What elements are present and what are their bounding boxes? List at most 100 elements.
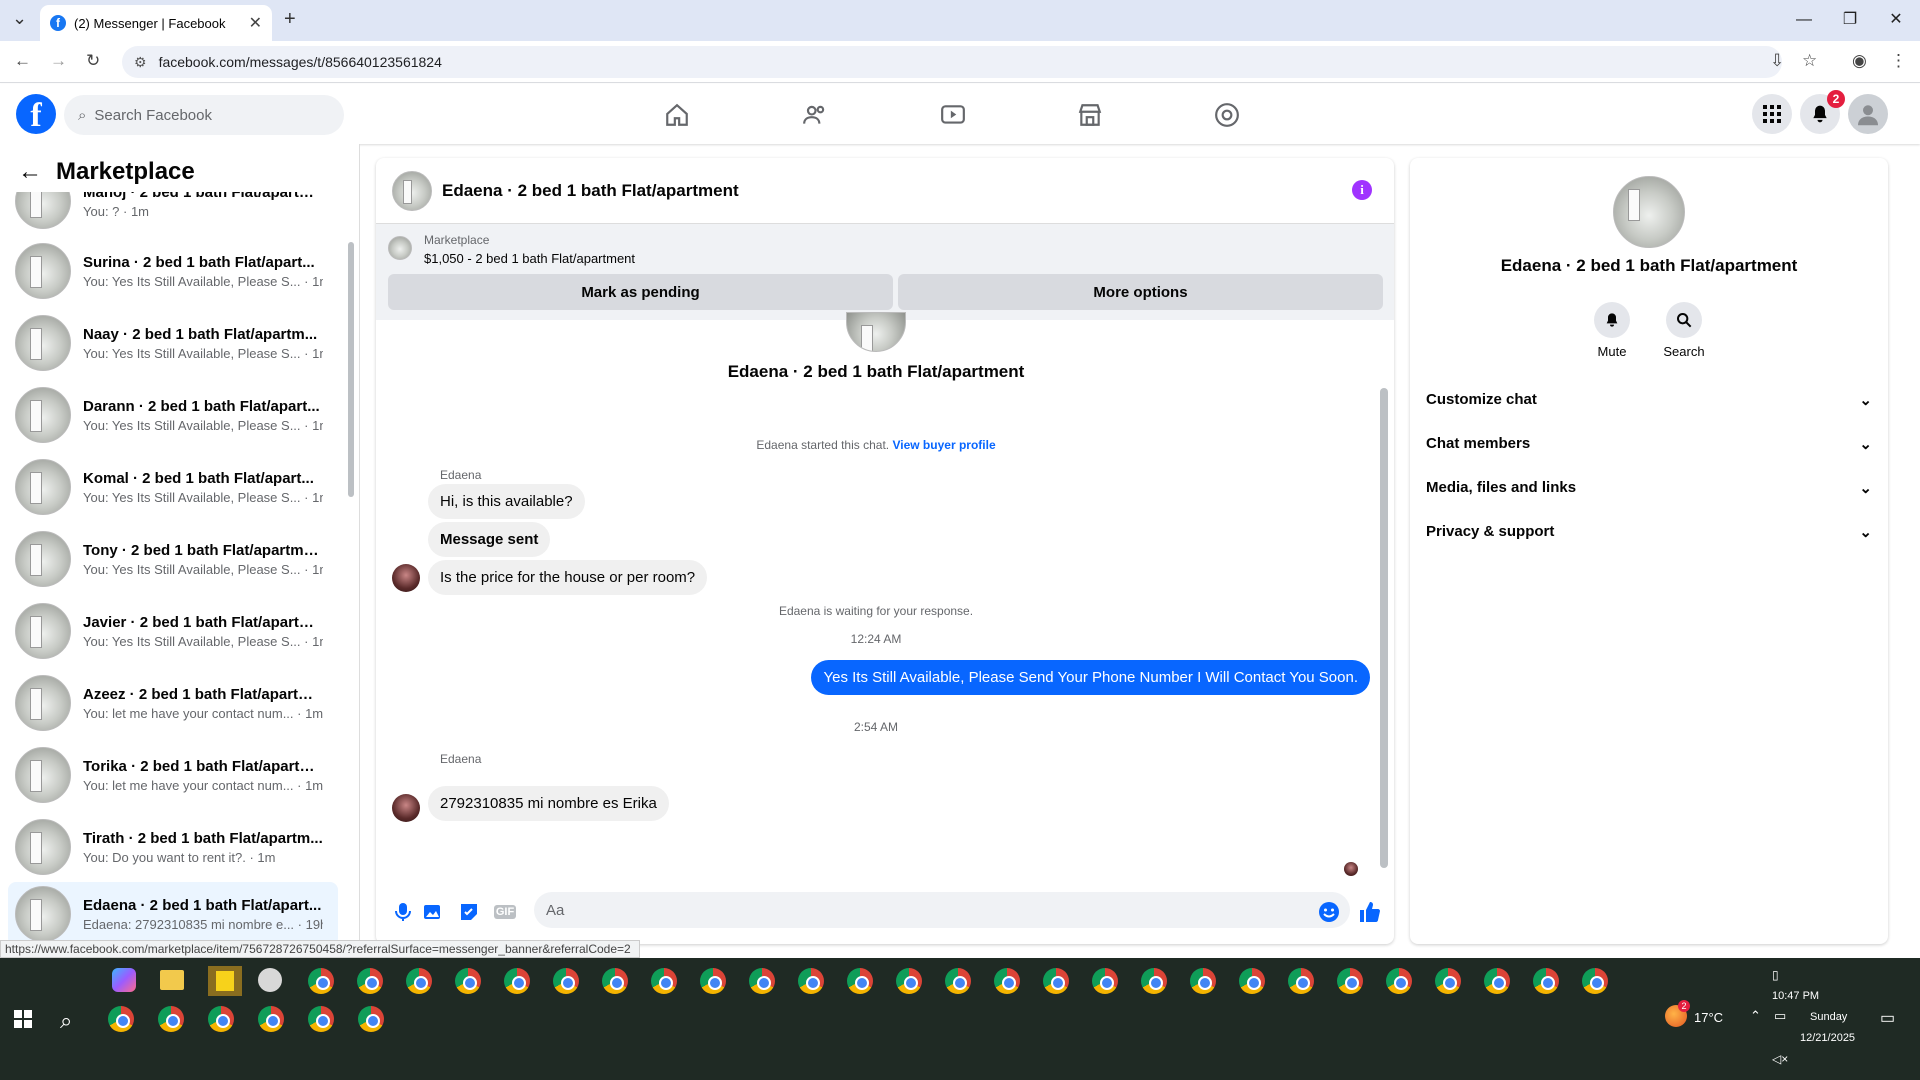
profile-icon[interactable]: ◉: [1852, 51, 1867, 71]
conversation-item-active[interactable]: Edaena · 2 bed 1 bath Flat/apart... Edaen…: [8, 882, 338, 944]
chrome-icon[interactable]: [108, 1006, 134, 1032]
chrome-window-icon[interactable]: [700, 968, 726, 994]
tab-list-chevron-icon[interactable]: ⌄: [12, 8, 27, 29]
more-options-button[interactable]: More options: [898, 274, 1383, 310]
chrome-window-icon[interactable]: [798, 968, 824, 994]
chrome-window-icon[interactable]: [1582, 968, 1608, 994]
chrome-window-icon[interactable]: [994, 968, 1020, 994]
message-bubble[interactable]: 2792310835 mi nombre es Erika: [428, 786, 669, 821]
restore-icon[interactable]: ❐: [1830, 6, 1870, 34]
view-buyer-profile-link[interactable]: View buyer profile: [892, 438, 995, 452]
minimize-icon[interactable]: —: [1784, 6, 1824, 34]
chrome-icon[interactable]: [358, 1006, 384, 1032]
account-avatar-icon[interactable]: [1848, 94, 1888, 134]
facebook-logo-icon[interactable]: f: [16, 94, 56, 134]
address-bar[interactable]: ⚙ facebook.com/messages/t/85664012356182…: [122, 46, 1782, 78]
temperature[interactable]: 17°C: [1694, 1010, 1723, 1025]
file-explorer-icon[interactable]: [160, 970, 184, 990]
mark-as-pending-button[interactable]: Mark as pending: [388, 274, 893, 310]
volume-muted-icon[interactable]: ◁×: [1772, 1052, 1788, 1066]
chrome-window-icon[interactable]: [651, 968, 677, 994]
browser-tab[interactable]: f (2) Messenger | Facebook ✕: [40, 5, 272, 41]
conversation-item[interactable]: Javier · 2 bed 1 bath Flat/apartm... You:…: [8, 596, 338, 666]
chrome-window-icon[interactable]: [1288, 968, 1314, 994]
chrome-window-icon[interactable]: [945, 968, 971, 994]
chrome-window-icon[interactable]: [749, 968, 775, 994]
sticky-notes-icon[interactable]: [208, 966, 242, 996]
privacy-support-row[interactable]: Privacy & support ⌄: [1426, 523, 1872, 541]
chrome-window-icon[interactable]: [602, 968, 628, 994]
back-icon[interactable]: ←: [14, 51, 31, 71]
info-icon[interactable]: i: [1352, 180, 1372, 200]
conversation-item[interactable]: Azeez · 2 bed 1 bath Flat/apartm... You: …: [8, 668, 338, 738]
facebook-search-input[interactable]: ⌕ Search Facebook: [64, 95, 344, 135]
chrome-window-icon[interactable]: [1043, 968, 1069, 994]
chrome-window-icon[interactable]: [406, 968, 432, 994]
home-icon[interactable]: [662, 100, 692, 130]
chrome-window-icon[interactable]: [896, 968, 922, 994]
windows-start-icon[interactable]: [14, 1010, 32, 1028]
left-scrollbar[interactable]: [348, 242, 354, 497]
chrome-window-icon[interactable]: [1239, 968, 1265, 994]
show-hidden-icons-icon[interactable]: ⌃: [1750, 1008, 1761, 1024]
chrome-icon[interactable]: [208, 1006, 234, 1032]
conversation-item[interactable]: Tony · 2 bed 1 bath Flat/apartme... You: …: [8, 524, 338, 594]
sender-avatar[interactable]: [392, 794, 420, 822]
listing-thumbnail[interactable]: [388, 236, 412, 260]
chrome-window-icon[interactable]: [1533, 968, 1559, 994]
window-close-icon[interactable]: ✕: [1876, 6, 1916, 34]
notification-center-icon[interactable]: ▭: [1880, 1008, 1895, 1028]
sticker-icon[interactable]: [458, 901, 480, 923]
gaming-icon[interactable]: [1212, 100, 1242, 130]
media-files-links-row[interactable]: Media, files and links ⌄: [1426, 479, 1872, 497]
watch-icon[interactable]: [938, 100, 968, 130]
photo-icon[interactable]: [422, 901, 444, 923]
chrome-icon[interactable]: [158, 1006, 184, 1032]
conversation-item[interactable]: Torika · 2 bed 1 bath Flat/apartm... You:…: [8, 740, 338, 810]
site-info-icon[interactable]: ⚙: [134, 54, 147, 71]
chrome-icon[interactable]: [308, 1006, 334, 1032]
customize-chat-row[interactable]: Customize chat ⌄: [1426, 391, 1872, 409]
chrome-window-icon[interactable]: [504, 968, 530, 994]
new-tab-icon[interactable]: +: [284, 8, 296, 31]
chrome-window-icon[interactable]: [1141, 968, 1167, 994]
chrome-window-icon[interactable]: [1435, 968, 1461, 994]
install-app-icon[interactable]: ⇩: [1770, 51, 1784, 71]
phone-link-icon[interactable]: ▯: [1772, 968, 1779, 982]
thumbs-up-icon[interactable]: [1358, 901, 1380, 923]
bookmark-star-icon[interactable]: ☆: [1802, 51, 1817, 71]
chrome-window-icon[interactable]: [847, 968, 873, 994]
browser-menu-icon[interactable]: ⋮: [1890, 51, 1907, 71]
chrome-window-icon[interactable]: [1484, 968, 1510, 994]
clock-time[interactable]: 10:47 PM: [1772, 990, 1819, 1002]
chrome-window-icon[interactable]: [553, 968, 579, 994]
conversation-item[interactable]: Komal · 2 bed 1 bath Flat/apart... You: Y…: [8, 452, 338, 522]
forward-icon[interactable]: →: [50, 51, 67, 71]
microphone-icon[interactable]: [392, 901, 414, 923]
back-arrow-icon[interactable]: ←: [18, 158, 42, 186]
message-bubble[interactable]: Is the price for the house or per room?: [428, 560, 708, 595]
chat-title[interactable]: Edaena · 2 bed 1 bath Flat/apartment: [442, 181, 739, 201]
friends-icon[interactable]: [800, 100, 830, 130]
listing-title[interactable]: $1,050 - 2 bed 1 bath Flat/apartment: [424, 251, 635, 266]
marketplace-icon[interactable]: [1075, 100, 1105, 130]
emoji-icon[interactable]: [1318, 901, 1340, 923]
chrome-window-icon[interactable]: [308, 968, 334, 994]
chat-members-row[interactable]: Chat members ⌄: [1426, 435, 1872, 453]
conversation-item[interactable]: Surina · 2 bed 1 bath Flat/apart... You: …: [8, 236, 338, 306]
chat-avatar[interactable]: [392, 170, 432, 211]
my-message-bubble[interactable]: Yes Its Still Available, Please Send You…: [811, 660, 1370, 695]
reload-icon[interactable]: ↻: [86, 51, 100, 71]
chrome-window-icon[interactable]: [1386, 968, 1412, 994]
paint-icon[interactable]: [258, 968, 282, 992]
gif-icon[interactable]: GIF: [493, 901, 517, 923]
conversation-item[interactable]: Darann · 2 bed 1 bath Flat/apart... You: …: [8, 380, 338, 450]
chat-scrollbar[interactable]: [1380, 388, 1388, 868]
chrome-window-icon[interactable]: [357, 968, 383, 994]
message-bubble[interactable]: Hi, is this available?: [428, 484, 585, 519]
chrome-window-icon[interactable]: [1190, 968, 1216, 994]
mute-button[interactable]: Mute: [1582, 302, 1642, 359]
taskbar-search-icon[interactable]: ⌕: [60, 1008, 72, 1034]
conversation-item[interactable]: Naay · 2 bed 1 bath Flat/apartm... You: Y…: [8, 308, 338, 378]
chrome-window-icon[interactable]: [1092, 968, 1118, 994]
